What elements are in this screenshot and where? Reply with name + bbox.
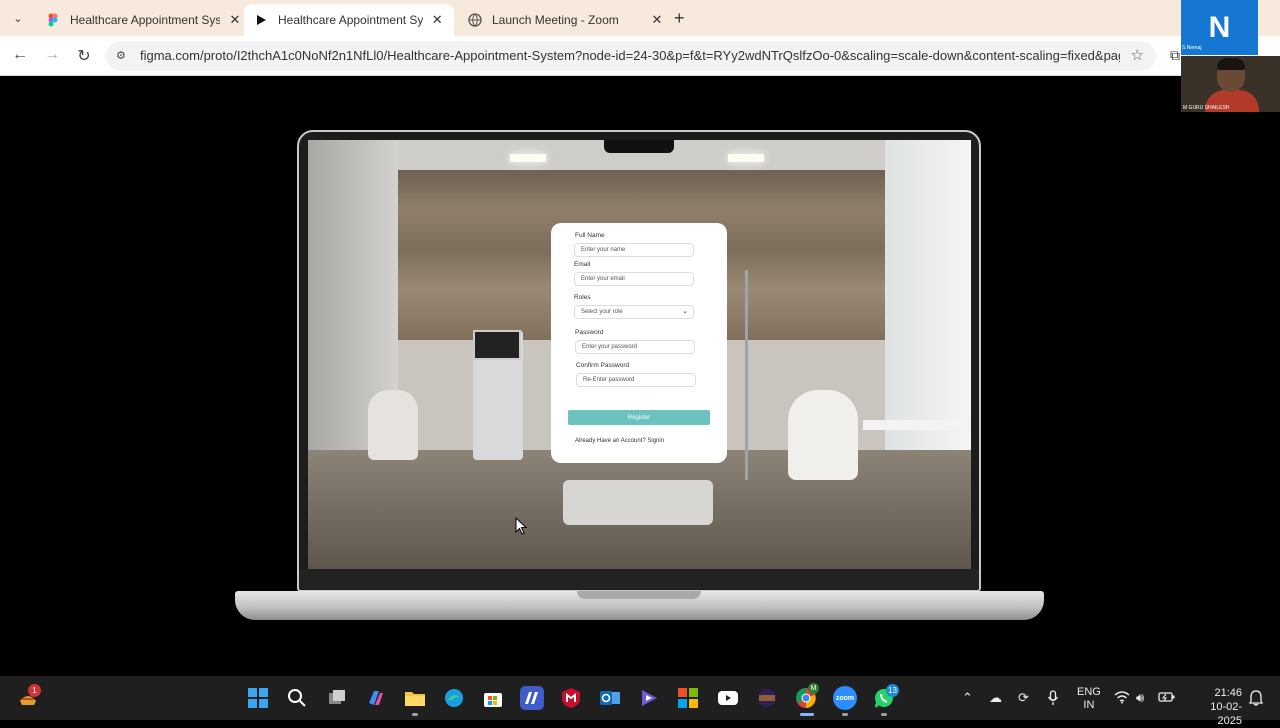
registration-form: Full Name Enter your name Email Enter yo… xyxy=(551,223,727,463)
eclipse-icon[interactable] xyxy=(755,686,779,710)
browser-toolbar: ← → ↻ ⚙ figma.com/proto/I2thchA1c0NoNf2n… xyxy=(0,36,1280,76)
medical-monitor xyxy=(473,330,521,360)
participant-initial: N xyxy=(1208,10,1231,44)
hospital-bed xyxy=(563,480,713,525)
site-info-icon[interactable]: ⚙ xyxy=(116,49,130,63)
whatsapp-badge: 13 xyxy=(886,684,899,697)
reload-icon[interactable]: ↻ xyxy=(74,46,94,66)
full-name-label: Full Name xyxy=(575,232,605,239)
confirm-password-input[interactable]: Re-Enter password xyxy=(576,373,696,387)
email-placeholder: Enter your email xyxy=(581,276,625,282)
microphone-icon[interactable] xyxy=(1047,690,1059,709)
new-tab-button[interactable]: + xyxy=(674,8,685,29)
tab-title: Launch Meeting - Zoom xyxy=(492,13,619,27)
speaker-icon[interactable]: 🔊︎ xyxy=(1136,690,1144,706)
clock-date: 10-02-2025 xyxy=(1210,701,1242,727)
zoom-icon[interactable]: zoom xyxy=(833,686,857,710)
task-view-icon[interactable] xyxy=(325,686,349,710)
extensions-icon[interactable]: ⧉ xyxy=(1170,47,1180,64)
confirm-password-label: Confirm Password xyxy=(576,362,630,369)
notification-badge: 1 xyxy=(28,684,41,697)
tab-title: Healthcare Appointment System xyxy=(278,13,423,27)
address-bar[interactable]: ⚙ figma.com/proto/I2thchA1c0NoNf2n1NfLl0… xyxy=(106,41,1156,71)
chrome-profile-badge: M xyxy=(808,683,819,694)
url-text: figma.com/proto/I2thchA1c0NoNf2n1NfLl0/H… xyxy=(140,48,1120,63)
password-input[interactable]: Enter your password xyxy=(575,340,695,354)
tab-search-button[interactable]: ⌄ xyxy=(8,8,28,28)
camera-notch xyxy=(604,140,674,153)
roles-select[interactable]: Select your role ⌄ xyxy=(574,305,694,319)
active-indicator xyxy=(412,713,418,716)
chevron-up-icon[interactable]: ⌃ xyxy=(962,690,973,706)
roles-placeholder: Select your role xyxy=(581,309,623,315)
laptop-chin xyxy=(299,569,979,589)
mcafee-shield-icon[interactable] xyxy=(559,686,583,710)
ceiling-light xyxy=(510,154,546,162)
ceiling-light xyxy=(728,154,764,162)
sync-icon[interactable]: ⟳ xyxy=(1018,690,1029,706)
chair-right xyxy=(788,390,858,480)
back-arrow-icon[interactable]: ← xyxy=(10,46,30,64)
forward-arrow-icon[interactable]: → xyxy=(42,46,62,64)
edge-icon[interactable] xyxy=(442,686,466,710)
confirm-password-placeholder: Re-Enter password xyxy=(583,377,635,383)
email-label: Email xyxy=(574,261,591,268)
active-indicator xyxy=(842,713,848,716)
copilot-icon[interactable] xyxy=(364,686,388,710)
zoom-participant-video: M GURU SHAILESH xyxy=(1181,56,1280,112)
wifi-icon[interactable] xyxy=(1114,690,1130,707)
desk xyxy=(863,420,971,430)
battery-icon[interactable] xyxy=(1158,690,1176,707)
email-input[interactable]: Enter your email xyxy=(574,272,694,286)
figma-icon xyxy=(46,13,60,27)
password-label: Password xyxy=(575,329,604,336)
language-code: ENG xyxy=(1077,686,1101,698)
mouse-cursor-icon xyxy=(515,517,527,535)
microsoft-office-icon[interactable] xyxy=(676,686,700,710)
play-icon xyxy=(254,13,268,27)
system-clock[interactable]: 21:46 10-02-2025 xyxy=(1186,686,1242,728)
outlook-icon[interactable] xyxy=(598,686,622,710)
iv-pole xyxy=(745,270,748,480)
youtube-icon[interactable] xyxy=(716,686,740,710)
store-icon[interactable] xyxy=(481,686,505,710)
participant-hair xyxy=(1217,58,1245,70)
bookmark-star-icon[interactable]: ☆ xyxy=(1131,46,1144,64)
roles-label: Roles xyxy=(574,294,591,301)
search-icon[interactable] xyxy=(285,686,309,710)
tab-healthcare-1[interactable]: Healthcare Appointment System ✕ xyxy=(36,4,252,36)
close-icon[interactable]: ✕ xyxy=(650,12,664,28)
signin-link[interactable]: Already Have an Account? Signin xyxy=(575,438,664,444)
notification-bell-icon[interactable] xyxy=(1248,690,1264,709)
app-m-icon[interactable] xyxy=(520,686,544,710)
laptop-screen: Full Name Enter your name Email Enter yo… xyxy=(308,140,971,569)
tab-healthcare-2[interactable]: Healthcare Appointment System ✕ xyxy=(244,4,454,36)
participant-name: M GURU SHAILESH xyxy=(1183,105,1230,111)
globe-icon xyxy=(468,13,482,27)
active-indicator xyxy=(881,713,887,716)
onedrive-cloud-icon[interactable]: ☁ xyxy=(989,690,1002,706)
tab-title: Healthcare Appointment System xyxy=(70,13,220,27)
participant-name: S.Neeraj xyxy=(1182,45,1202,51)
region-code: IN xyxy=(1083,699,1095,711)
media-player-icon[interactable] xyxy=(637,686,661,710)
tab-zoom[interactable]: Launch Meeting - Zoom ✕ xyxy=(458,4,674,36)
full-name-input[interactable]: Enter your name xyxy=(574,243,694,257)
active-indicator xyxy=(800,713,814,716)
close-icon[interactable]: ✕ xyxy=(228,12,242,28)
file-explorer-icon[interactable] xyxy=(403,686,427,710)
start-windows-icon[interactable] xyxy=(246,686,270,710)
chevron-down-icon: ⌄ xyxy=(682,308,688,315)
clock-time: 21:46 xyxy=(1214,687,1242,699)
tab-strip: ⌄ Healthcare Appointment System ✕ Health… xyxy=(0,0,1280,36)
chair-left xyxy=(368,390,418,460)
laptop-base-groove xyxy=(577,591,701,599)
language-indicator[interactable]: ENG IN xyxy=(1077,686,1101,712)
register-button[interactable]: Register xyxy=(568,410,710,425)
full-name-placeholder: Enter your name xyxy=(581,247,626,253)
close-icon[interactable]: ✕ xyxy=(431,12,444,28)
password-placeholder: Enter your password xyxy=(582,344,638,350)
